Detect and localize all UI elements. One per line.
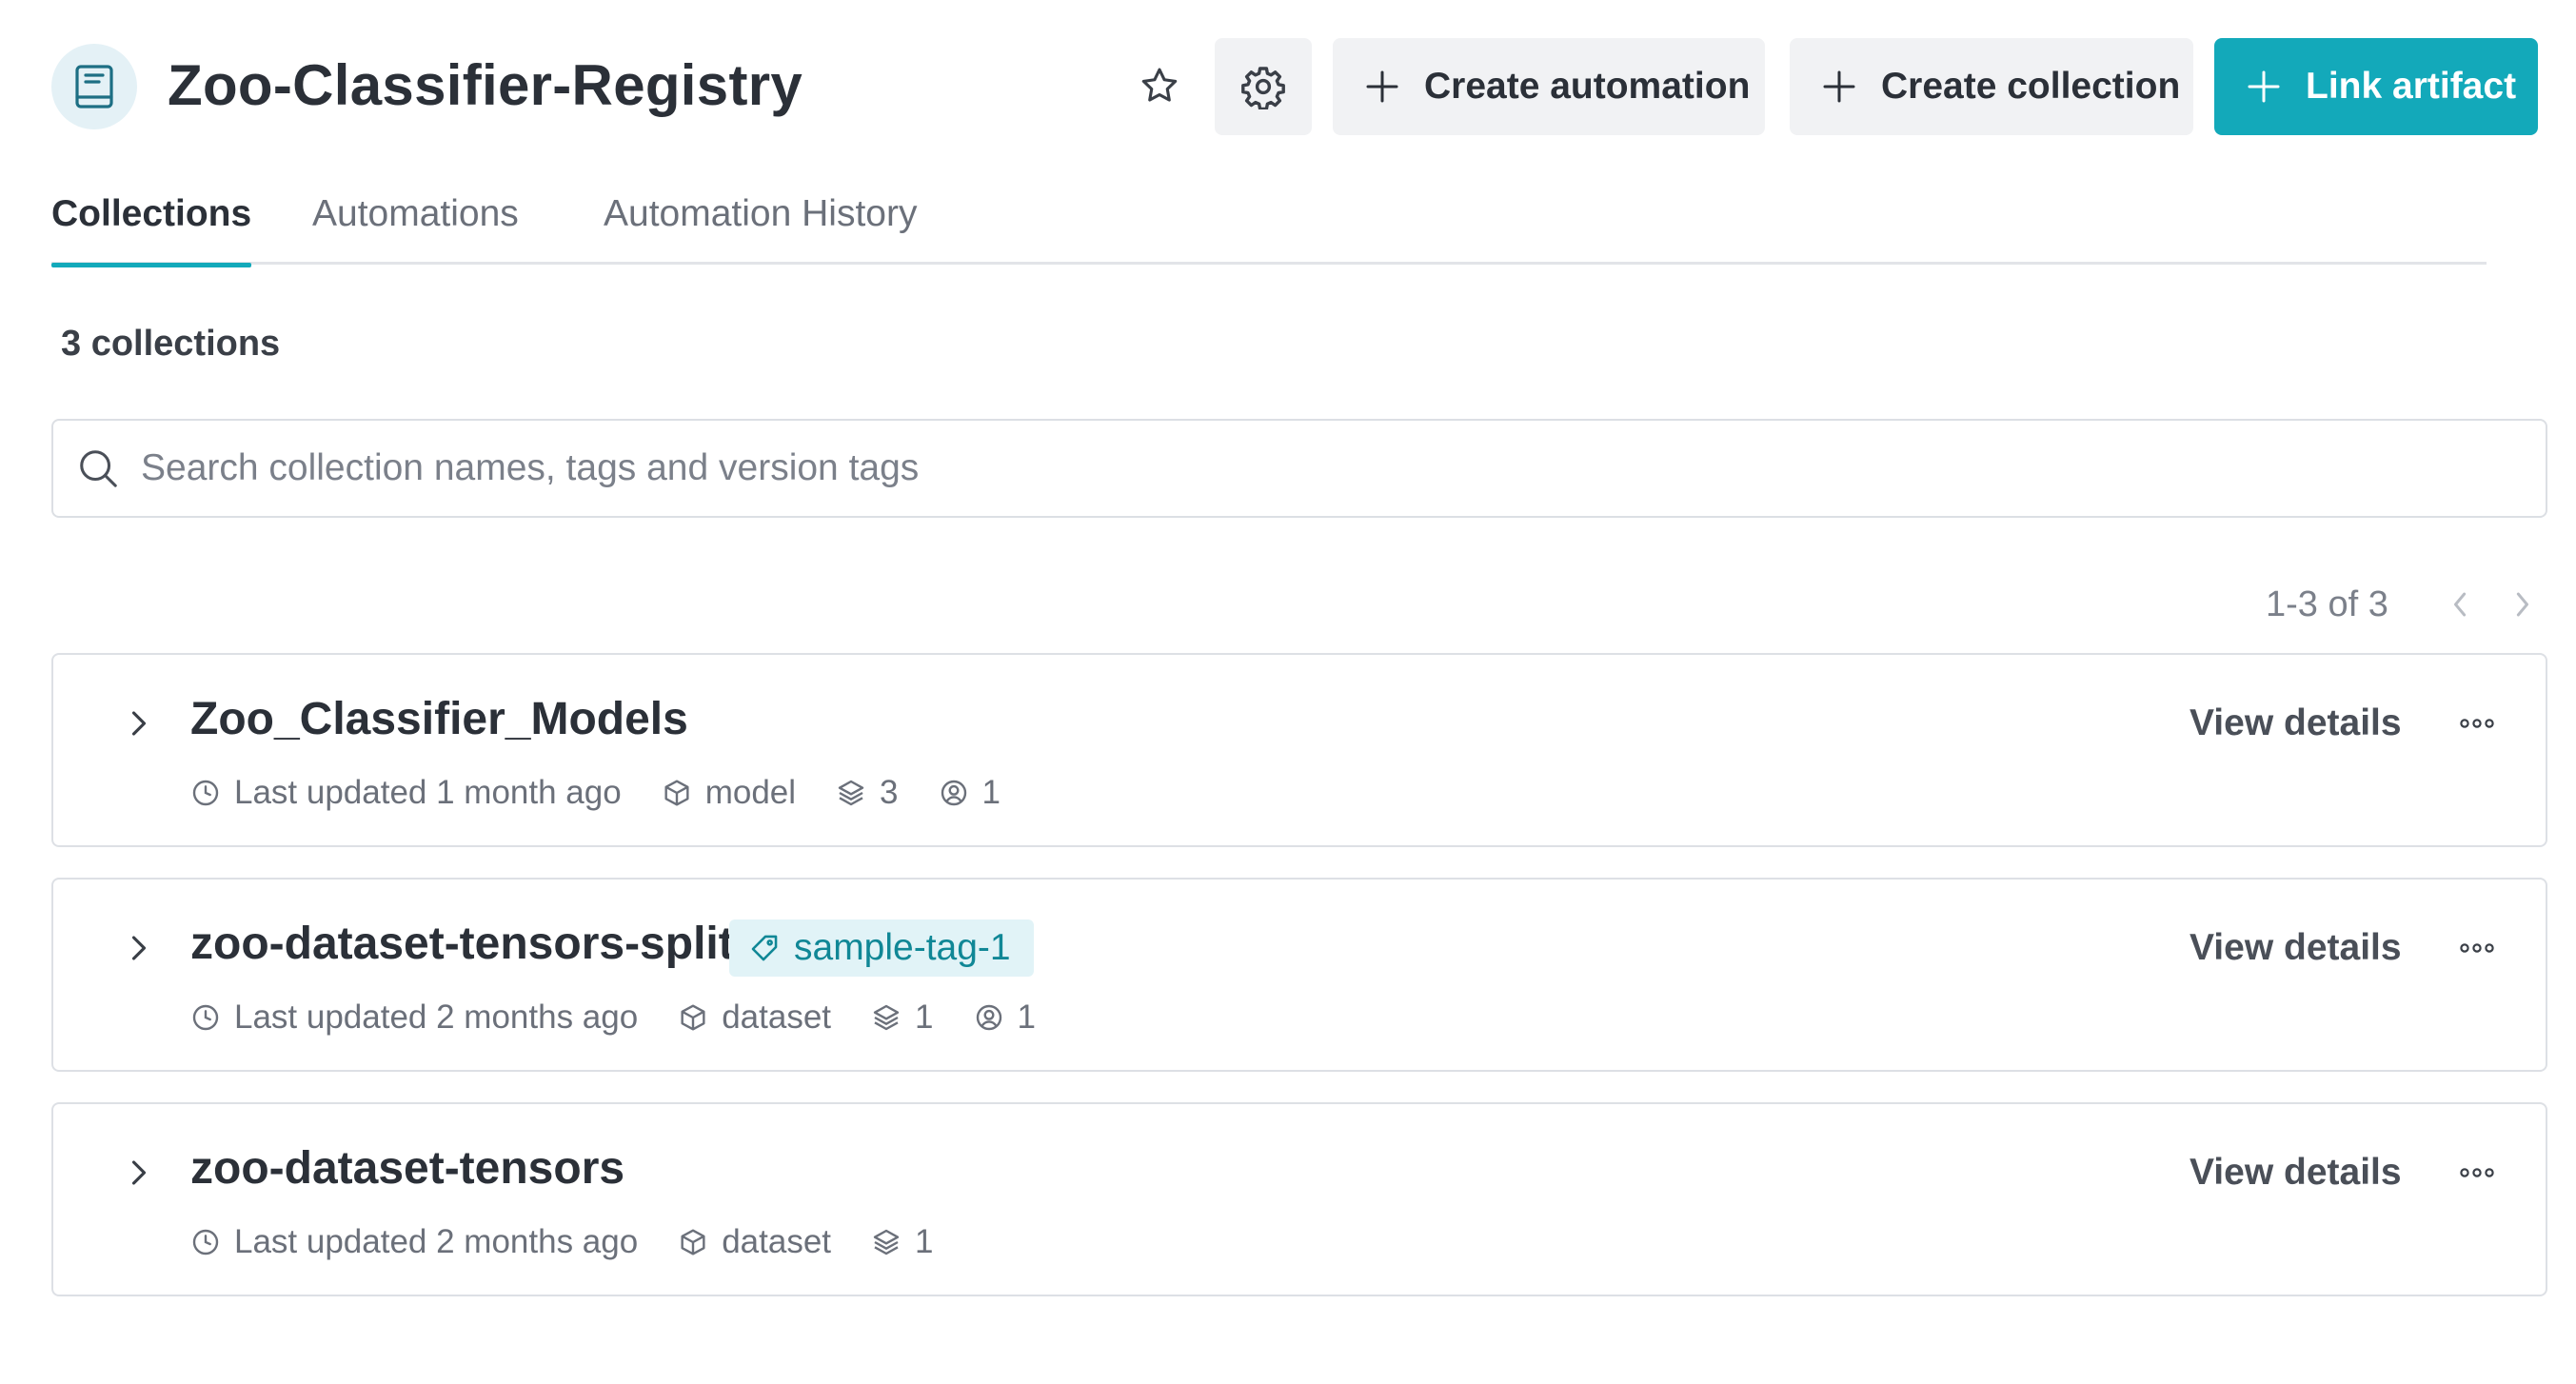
layers-icon <box>873 1229 900 1255</box>
layers-icon <box>838 780 864 806</box>
collection-tag[interactable]: sample-tag-1 <box>729 919 1034 977</box>
search-box[interactable] <box>51 419 2547 518</box>
tab-automations[interactable]: Automations <box>312 181 519 265</box>
link-artifact-button[interactable]: Link artifact <box>2214 38 2538 135</box>
view-details-button[interactable]: View details <box>2190 921 2402 975</box>
collection-name[interactable]: zoo-dataset-tensors-split <box>190 914 734 975</box>
collection-meta: Last updated 2 months ago dataset 1 <box>190 1218 974 1266</box>
chevron-right-icon <box>131 711 147 736</box>
more-icon <box>2460 1168 2494 1177</box>
version-count: 1 <box>871 1223 934 1261</box>
plus-icon <box>1823 70 1855 103</box>
collection-card[interactable]: zoo-dataset-tensors-split sample-tag-1 L… <box>51 878 2547 1072</box>
last-updated: Last updated 2 months ago <box>190 1223 638 1261</box>
last-updated: Last updated 1 month ago <box>190 774 622 812</box>
expand-button[interactable] <box>112 697 166 750</box>
collection-meta: Last updated 1 month ago model 3 1 <box>190 769 1040 817</box>
collection-count: 3 collections <box>61 324 281 364</box>
version-count: 3 <box>836 774 899 812</box>
more-icon <box>2460 719 2494 728</box>
artifact-type: dataset <box>678 998 831 1037</box>
view-details-button[interactable]: View details <box>2190 1146 2402 1199</box>
clock-icon <box>192 780 219 806</box>
clock-icon <box>192 1229 219 1255</box>
registry-avatar <box>51 44 137 129</box>
pagination: 1-3 of 3 <box>2266 581 2564 628</box>
more-icon <box>2460 943 2494 953</box>
create-collection-button[interactable]: Create collection <box>1790 38 2193 135</box>
user-count: 1 <box>974 998 1036 1037</box>
expand-button[interactable] <box>112 921 166 975</box>
next-page-button[interactable] <box>2503 581 2541 628</box>
clock-icon <box>192 1004 219 1031</box>
tab-bar: Collections Automations Automation Histo… <box>51 181 2487 267</box>
user-circle-icon <box>941 780 966 806</box>
chevron-right-icon <box>131 936 147 960</box>
plus-icon <box>2248 70 2280 103</box>
box-icon <box>664 780 689 806</box>
view-details-button[interactable]: View details <box>2190 697 2402 750</box>
user-circle-icon <box>976 1004 1001 1031</box>
star-icon <box>1141 68 1178 102</box>
box-icon <box>681 1004 705 1031</box>
last-updated: Last updated 2 months ago <box>190 998 638 1037</box>
link-artifact-label: Link artifact <box>2306 66 2517 107</box>
registry-header: Zoo-Classifier-Registry Create automatio… <box>51 38 2538 135</box>
pagination-range: 1-3 of 3 <box>2266 583 2388 624</box>
collection-meta: Last updated 2 months ago dataset 1 1 <box>190 994 1076 1041</box>
prev-page-button[interactable] <box>2442 581 2480 628</box>
create-automation-label: Create automation <box>1424 66 1751 107</box>
search-icon <box>80 450 117 487</box>
chevron-right-icon <box>2516 592 2528 617</box>
collection-card[interactable]: zoo-dataset-tensors Last updated 2 month… <box>51 1102 2547 1296</box>
tab-automation-history[interactable]: Automation History <box>604 181 917 265</box>
settings-button[interactable] <box>1215 38 1312 135</box>
artifact-type: dataset <box>678 1223 831 1261</box>
tab-collections[interactable]: Collections <box>51 181 252 267</box>
collection-name[interactable]: zoo-dataset-tensors <box>190 1138 624 1199</box>
create-automation-button[interactable]: Create automation <box>1333 38 1765 135</box>
box-icon <box>681 1229 705 1255</box>
favorite-button[interactable] <box>1129 55 1190 116</box>
more-options-button[interactable] <box>2448 921 2506 975</box>
chevron-right-icon <box>131 1160 147 1185</box>
search-input[interactable] <box>141 447 2426 489</box>
chevron-left-icon <box>2453 592 2467 617</box>
expand-button[interactable] <box>112 1146 166 1199</box>
registry-page: Zoo-Classifier-Registry Create automatio… <box>0 0 2576 1384</box>
book-icon <box>75 65 113 109</box>
more-options-button[interactable] <box>2448 1146 2506 1199</box>
layers-icon <box>873 1004 900 1031</box>
page-title: Zoo-Classifier-Registry <box>168 53 803 117</box>
more-options-button[interactable] <box>2448 697 2506 750</box>
collection-card[interactable]: Zoo_Classifier_Models Last updated 1 mon… <box>51 653 2547 847</box>
user-count: 1 <box>939 774 1001 812</box>
tag-icon <box>751 935 778 961</box>
gear-icon <box>1241 67 1285 109</box>
create-collection-label: Create collection <box>1881 66 2181 107</box>
artifact-type: model <box>662 774 796 812</box>
version-count: 1 <box>871 998 934 1037</box>
collection-name[interactable]: Zoo_Classifier_Models <box>190 689 688 750</box>
plus-icon <box>1366 70 1398 103</box>
